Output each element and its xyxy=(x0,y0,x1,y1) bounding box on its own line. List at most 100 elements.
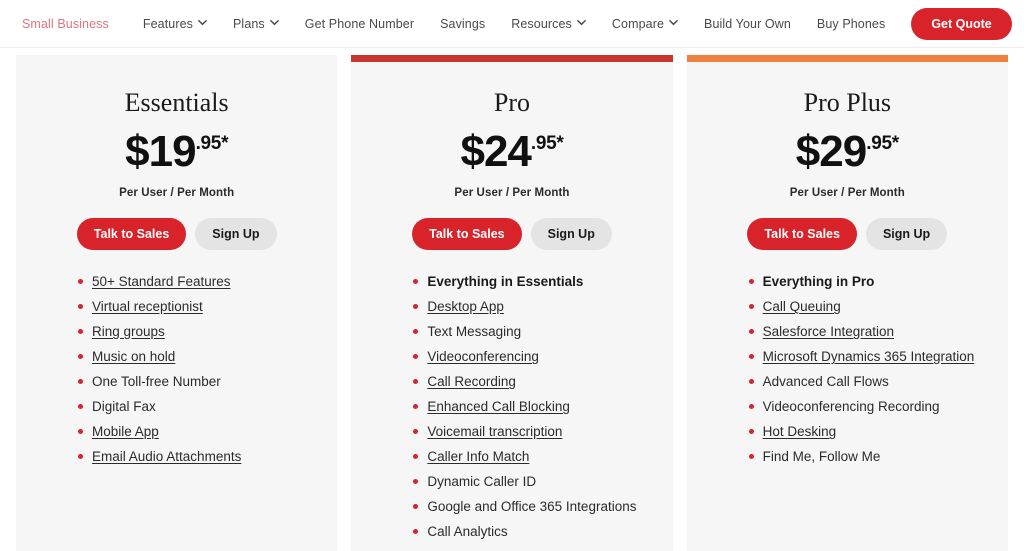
card-accent-bar xyxy=(686,55,1008,62)
chevron-down-icon xyxy=(198,18,207,27)
feature-label: Google and Office 365 Integrations xyxy=(427,499,637,514)
card-body: Essentials $19.95* Per User / Per Month Tal… xyxy=(16,88,337,465)
price-whole: $24 xyxy=(460,127,531,176)
nav-item-label: Features xyxy=(142,16,193,31)
chevron-down-icon xyxy=(269,18,279,27)
card-actions: Talk to Sales Sign Up xyxy=(34,218,319,250)
talk-to-sales-button[interactable]: Talk to Sales xyxy=(412,218,522,250)
feature-label: Call Analytics xyxy=(427,524,508,539)
nav-items-container: Features Plans Get Phone Number Savings Reso… xyxy=(143,17,911,31)
price-whole: $19 xyxy=(125,127,196,176)
bullet-dot-icon xyxy=(78,454,83,459)
price-period: Per User / Per Month xyxy=(789,187,905,199)
feature-item[interactable]: Ring groups xyxy=(78,324,311,340)
nav-item-buy-phones[interactable]: Buy Phones xyxy=(817,17,885,31)
bullet-dot-icon xyxy=(413,354,419,359)
feature-label: 50+ Standard Features xyxy=(92,274,231,289)
feature-label: Everything in Pro xyxy=(762,274,875,289)
feature-item: Call Analytics xyxy=(413,524,646,540)
bullet-dot-icon xyxy=(413,329,419,334)
feature-item[interactable]: Music on hold xyxy=(78,349,311,365)
nav-brand-label: Small Business xyxy=(22,16,109,31)
feature-item[interactable]: Email Audio Attachments xyxy=(78,449,311,465)
plan-title: Pro Plus xyxy=(803,88,892,117)
feature-item[interactable]: Voicemail transcription xyxy=(413,424,646,440)
nav-item-plans[interactable]: Plans xyxy=(233,17,279,31)
feature-item[interactable]: 50+ Standard Features xyxy=(78,274,311,290)
sign-up-button[interactable]: Sign Up xyxy=(865,218,948,250)
nav-item-label: Resources xyxy=(511,16,572,31)
feature-item[interactable]: Call Queuing xyxy=(748,299,982,315)
feature-list: Everything in Pro Call Queuing Salesforce … xyxy=(705,274,990,465)
feature-item[interactable]: Hot Desking xyxy=(748,424,982,440)
bullet-dot-icon xyxy=(748,279,754,284)
sign-up-button[interactable]: Sign Up xyxy=(530,218,612,250)
feature-label: Ring groups xyxy=(92,324,165,339)
bullet-dot-icon xyxy=(413,429,419,434)
feature-item: Find Me, Follow Me xyxy=(748,449,982,465)
feature-label: Videoconferencing xyxy=(427,349,539,364)
nav-item-compare[interactable]: Compare xyxy=(612,17,678,31)
feature-item[interactable]: Call Recording xyxy=(413,374,646,390)
bullet-dot-icon xyxy=(413,379,419,384)
feature-list: Everything in Essentials Desktop App Text … xyxy=(369,274,654,540)
card-actions: Talk to Sales Sign Up xyxy=(705,218,990,250)
pricing-cards-container: Essentials $19.95* Per User / Per Month Tal… xyxy=(0,48,1024,551)
price-period: Per User / Per Month xyxy=(119,187,235,199)
pricing-card-pro-plus: Pro Plus $29.95* Per User / Per Month Talk … xyxy=(686,55,1008,551)
bullet-dot-icon xyxy=(748,379,754,384)
bullet-dot-icon xyxy=(413,529,419,534)
bullet-dot-icon xyxy=(78,429,83,434)
nav-item-savings[interactable]: Savings xyxy=(440,17,485,31)
feature-label: Dynamic Caller ID xyxy=(427,474,537,489)
plan-price: $24.95* xyxy=(369,130,654,174)
card-accent-bar xyxy=(351,55,673,62)
feature-label: Microsoft Dynamics 365 Integration xyxy=(762,349,975,364)
feature-label: Hot Desking xyxy=(762,424,837,439)
feature-label: Salesforce Integration xyxy=(762,324,894,339)
bullet-dot-icon xyxy=(748,304,754,309)
nav-item-resources[interactable]: Resources xyxy=(511,17,586,31)
card-body: Pro $24.95* Per User / Per Month Talk to Sa… xyxy=(351,88,672,540)
feature-item: Everything in Pro xyxy=(748,274,982,290)
feature-label: Voicemail transcription xyxy=(427,424,563,439)
nav-item-label: Plans xyxy=(233,16,265,31)
feature-item[interactable]: Microsoft Dynamics 365 Integration xyxy=(748,349,982,365)
nav-item-get-phone-number[interactable]: Get Phone Number xyxy=(305,17,414,31)
bullet-dot-icon xyxy=(78,379,83,384)
feature-item[interactable]: Virtual receptionist xyxy=(78,299,311,315)
feature-item[interactable]: Salesforce Integration xyxy=(748,324,982,340)
get-quote-button[interactable]: Get Quote xyxy=(911,7,1012,40)
plan-title: Pro xyxy=(493,88,531,117)
talk-to-sales-button[interactable]: Talk to Sales xyxy=(747,218,857,250)
feature-item: Digital Fax xyxy=(78,399,311,415)
sign-up-button[interactable]: Sign Up xyxy=(195,218,277,250)
feature-item[interactable]: Videoconferencing xyxy=(413,349,646,365)
feature-label: Digital Fax xyxy=(92,399,156,414)
bullet-dot-icon xyxy=(413,504,419,509)
card-accent-bar xyxy=(16,55,337,62)
pricing-card-pro: Pro $24.95* Per User / Per Month Talk to Sa… xyxy=(351,55,673,551)
feature-item[interactable]: Mobile App xyxy=(78,424,311,440)
feature-label: Find Me, Follow Me xyxy=(762,449,881,464)
feature-label: Caller Info Match xyxy=(427,449,530,464)
feature-label: Videoconferencing Recording xyxy=(762,399,940,414)
nav-item-build-your-own[interactable]: Build Your Own xyxy=(704,17,791,31)
bullet-dot-icon xyxy=(748,454,754,459)
feature-item[interactable]: Caller Info Match xyxy=(413,449,646,465)
card-body: Pro Plus $29.95* Per User / Per Month Talk … xyxy=(687,88,1008,465)
feature-label: Enhanced Call Blocking xyxy=(427,399,570,414)
nav-item-features[interactable]: Features xyxy=(143,17,207,31)
talk-to-sales-button[interactable]: Talk to Sales xyxy=(76,218,187,250)
feature-item: Advanced Call Flows xyxy=(748,374,982,390)
feature-label: Mobile App xyxy=(92,424,159,439)
card-actions: Talk to Sales Sign Up xyxy=(369,218,654,250)
feature-label: Advanced Call Flows xyxy=(762,374,889,389)
nav-item-label: Savings xyxy=(440,16,486,31)
nav-item-small-business[interactable]: Small Business xyxy=(22,17,109,31)
feature-item[interactable]: Desktop App xyxy=(413,299,646,315)
bullet-dot-icon xyxy=(413,454,419,459)
nav-item-label: Compare xyxy=(611,16,665,31)
feature-item[interactable]: Enhanced Call Blocking xyxy=(413,399,646,415)
feature-label: Text Messaging xyxy=(427,324,522,339)
